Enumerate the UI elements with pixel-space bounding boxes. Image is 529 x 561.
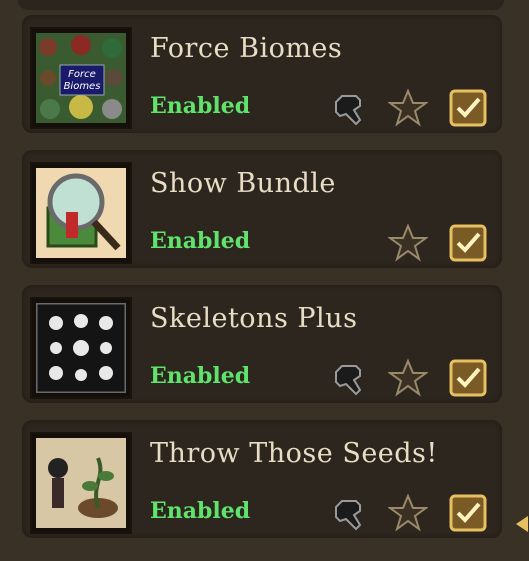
mod-thumbnail	[30, 432, 132, 534]
mod-title: Force Biomes	[150, 33, 343, 64]
wrench-icon[interactable]	[332, 358, 372, 398]
wrench-icon[interactable]	[332, 88, 372, 128]
thumb-text: Biomes	[64, 81, 101, 92]
mod-title: Skeletons Plus	[150, 303, 358, 334]
mod-list: Force Biomes Force Biomes Enabled Show B…	[0, 0, 529, 561]
mod-row-throw-those-seeds[interactable]: Throw Those Seeds! Enabled	[22, 420, 502, 538]
star-icon[interactable]	[386, 223, 430, 263]
mod-thumbnail	[30, 162, 132, 264]
mod-thumbnail: Force Biomes	[30, 27, 132, 129]
star-icon[interactable]	[386, 493, 430, 533]
mod-status: Enabled	[150, 228, 251, 254]
mod-row-show-bundle[interactable]: Show Bundle Enabled	[22, 150, 502, 268]
mod-status: Enabled	[150, 498, 251, 524]
mod-status: Enabled	[150, 363, 251, 389]
mod-row-skeletons-plus[interactable]: Skeletons Plus Enabled	[22, 285, 502, 403]
wrench-icon[interactable]	[332, 493, 372, 533]
mod-status: Enabled	[150, 93, 251, 119]
checkbox-checked-icon[interactable]	[448, 358, 488, 398]
mod-title: Throw Those Seeds!	[150, 438, 438, 469]
mod-row-force-biomes[interactable]: Force Biomes Force Biomes Enabled	[22, 15, 502, 133]
star-icon[interactable]	[386, 358, 430, 398]
star-icon[interactable]	[386, 88, 430, 128]
mod-thumbnail	[30, 297, 132, 399]
thumb-text: Force	[68, 69, 96, 80]
checkbox-checked-icon[interactable]	[448, 88, 488, 128]
checkbox-checked-icon[interactable]	[448, 493, 488, 533]
mod-title: Show Bundle	[150, 168, 336, 199]
checkbox-checked-icon[interactable]	[448, 223, 488, 263]
scroll-arrow-icon[interactable]	[516, 516, 528, 532]
